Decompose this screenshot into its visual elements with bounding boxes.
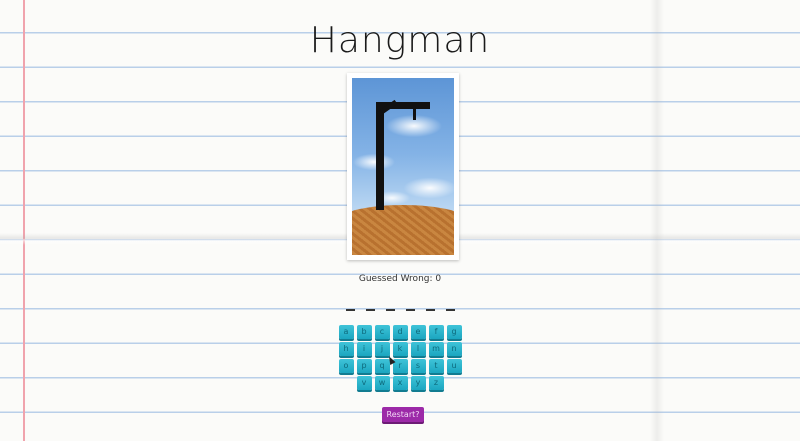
keyboard-row: abcdefg bbox=[0, 325, 800, 339]
letter-key-m[interactable]: m bbox=[428, 342, 444, 356]
letter-key-n[interactable]: n bbox=[446, 342, 462, 356]
letter-key-w[interactable]: w bbox=[374, 376, 390, 390]
letter-key-i[interactable]: i bbox=[356, 342, 372, 356]
letter-blank bbox=[425, 309, 435, 311]
letter-key-z[interactable]: z bbox=[428, 376, 444, 390]
letter-key-c[interactable]: c bbox=[374, 325, 390, 339]
wrong-guess-count: 0 bbox=[435, 274, 442, 284]
letter-key-f[interactable]: f bbox=[428, 325, 444, 339]
keyboard-row: vwxyz bbox=[0, 376, 800, 390]
keyboard-row: opqrstu bbox=[0, 359, 800, 373]
gallows-scene bbox=[352, 78, 454, 255]
letter-key-u[interactable]: u bbox=[446, 359, 462, 373]
letter-key-p[interactable]: p bbox=[356, 359, 372, 373]
letter-blank bbox=[345, 309, 355, 311]
letter-key-g[interactable]: g bbox=[446, 325, 462, 339]
letter-key-y[interactable]: y bbox=[410, 376, 426, 390]
game-title: Hangman bbox=[309, 20, 491, 61]
gallows-rope bbox=[413, 109, 416, 120]
letter-key-j[interactable]: j bbox=[374, 342, 390, 356]
letter-key-v[interactable]: v bbox=[356, 376, 372, 390]
ground-hill bbox=[352, 205, 454, 255]
letter-key-a[interactable]: a bbox=[338, 325, 354, 339]
letter-blank bbox=[405, 309, 415, 311]
hangman-picture-frame bbox=[347, 73, 459, 260]
letter-key-d[interactable]: d bbox=[392, 325, 408, 339]
gallows-post bbox=[376, 102, 384, 210]
letter-blank bbox=[365, 309, 375, 311]
letter-key-s[interactable]: s bbox=[410, 359, 426, 373]
sky-background bbox=[352, 78, 454, 218]
word-blanks bbox=[0, 302, 800, 311]
letter-blank bbox=[385, 309, 395, 311]
wrong-guess-label: Guessed Wrong: bbox=[358, 274, 433, 284]
letter-keyboard: abcdefg hijklmn opqrstu vwxyz bbox=[0, 325, 800, 393]
keyboard-row: hijklmn bbox=[0, 342, 800, 356]
letter-key-h[interactable]: h bbox=[338, 342, 354, 356]
letter-key-e[interactable]: e bbox=[410, 325, 426, 339]
letter-key-t[interactable]: t bbox=[428, 359, 444, 373]
letter-key-l[interactable]: l bbox=[410, 342, 426, 356]
restart-button[interactable]: Restart? bbox=[382, 407, 424, 422]
wrong-guess-counter: Guessed Wrong: 0 bbox=[0, 274, 800, 284]
letter-key-o[interactable]: o bbox=[338, 359, 354, 373]
letter-key-k[interactable]: k bbox=[392, 342, 408, 356]
letter-blank bbox=[445, 309, 455, 311]
letter-key-b[interactable]: b bbox=[356, 325, 372, 339]
letter-key-x[interactable]: x bbox=[392, 376, 408, 390]
